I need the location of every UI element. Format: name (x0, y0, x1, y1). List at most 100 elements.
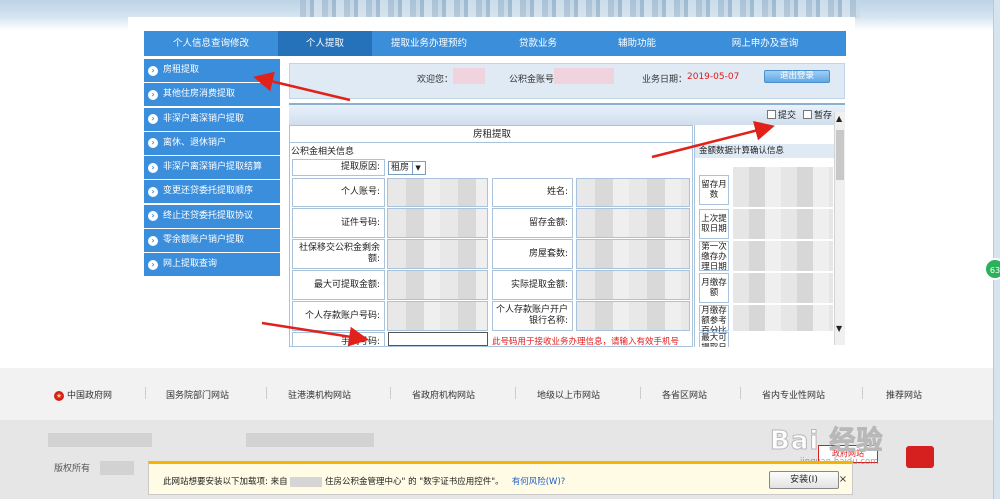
footer-spacer (0, 349, 1000, 365)
city-skyline-image (300, 0, 860, 18)
phone-input[interactable] (388, 332, 488, 346)
sidebar-item-label: 终止还贷委托提取协议 (163, 210, 254, 221)
id-number-value (387, 208, 488, 238)
nav-tab-personal-info[interactable]: 个人信息查询修改 (144, 31, 278, 56)
gov-seal-icon (906, 446, 934, 468)
sidebar-item-label: 非深户离深销户提取 (163, 113, 245, 124)
max-amount-label: 最大可提取金额: (292, 270, 385, 300)
actual-amount-label: 实际提取金额: (492, 270, 573, 300)
calc-confirm-panel: 金额数据计算确认信息 留存月数 上次提取日期 第一次缴存办理日期 月缴存额 月缴… (694, 125, 834, 347)
first-deposit-label: 第一次缴存办理日期 (699, 241, 729, 272)
chevron-right-icon: › (148, 235, 158, 246)
nav-tab-appointment[interactable]: 提取业务办理预约 (372, 31, 486, 56)
nav-tab-auxiliary[interactable]: 辅助功能 (590, 31, 684, 56)
chevron-right-icon: › (148, 65, 158, 76)
sidebar-item-label: 变更还贷委托提取顺序 (163, 186, 254, 197)
what-is-risk-link[interactable]: 有何风险(W)? (512, 477, 566, 487)
save-draft-button[interactable]: 暂存 (803, 108, 832, 121)
chevron-right-icon: › (148, 211, 158, 222)
masked-footer-info (100, 461, 134, 475)
retained-months-label: 留存月数 (699, 175, 729, 205)
sidebar-item-non-local-close[interactable]: › 非深户离深销户提取 (144, 107, 280, 131)
copyright-text: 版权所有 (54, 464, 91, 474)
footer-link-hk-macao[interactable]: 驻港澳机构网站 (288, 388, 351, 401)
welcome-label: 欢迎您： (417, 75, 454, 85)
sidebar-item-zero-balance-close[interactable]: › 零余额账户销户提取 (144, 229, 280, 253)
account-no-value (387, 178, 488, 207)
max-amount-value (387, 270, 488, 300)
footer-link-professional[interactable]: 省内专业性网站 (762, 388, 825, 401)
install-button[interactable]: 安装(I) (769, 471, 839, 489)
account-label: 公积金账号: (509, 75, 558, 85)
sidebar-item-label: 非深户离深销户提取结算 (163, 162, 263, 173)
id-number-label: 证件号码: (292, 208, 385, 238)
business-date-label: 业务日期： (642, 75, 688, 85)
footer-separator (862, 387, 863, 399)
sidebar: › 房租提取 › 其他住房消费提取 › 非深户离深销户提取 › 离休、退休销户 › 非深户… (144, 59, 280, 278)
phone-label: 手机号码: (292, 332, 385, 346)
chevron-down-icon: ▼ (412, 162, 423, 174)
sidebar-item-non-local-settle[interactable]: › 非深户离深销户提取结算 (144, 156, 280, 180)
masked-account-number (554, 68, 614, 84)
content-toolbar: 提交 暂存 (289, 103, 845, 125)
footer-separator (266, 387, 267, 399)
actual-amount-value (576, 270, 690, 300)
reason-select[interactable]: 租房 ▼ (388, 161, 426, 175)
name-value (576, 178, 690, 207)
house-count-label: 房屋套数: (492, 239, 573, 269)
chevron-right-icon: › (148, 114, 158, 125)
chevron-right-icon: › (148, 186, 158, 197)
last-withdrawal-value (733, 209, 833, 239)
footer-link-state-council[interactable]: 国务院部门网站 (166, 388, 229, 401)
chevron-right-icon: › (148, 162, 158, 173)
retained-amount-label: 留存金额: (492, 208, 573, 238)
logout-button[interactable]: 退出登录 (764, 70, 830, 83)
footer-separator (515, 387, 516, 399)
sidebar-item-change-order[interactable]: › 变更还贷委托提取顺序 (144, 180, 280, 204)
chevron-right-icon: › (148, 259, 158, 270)
footer-link-city[interactable]: 地级以上市网站 (537, 388, 600, 401)
sidebar-item-label: 零余额账户销户提取 (163, 235, 245, 246)
sidebar-item-label: 离休、退休销户 (163, 137, 227, 148)
submit-button[interactable]: 提交 (767, 108, 796, 121)
install-message: 此网站想要安装以下加载项: 来自 住房公积金管理中心" 的 "数字证书应用控件"… (163, 476, 566, 487)
sidebar-item-label: 网上提取查询 (163, 259, 218, 270)
nav-tab-loan[interactable]: 贷款业务 (486, 31, 590, 56)
close-icon[interactable]: × (837, 474, 849, 486)
scroll-up-icon[interactable]: ▲ (836, 114, 842, 123)
account-no-label: 个人账号: (292, 178, 385, 207)
masked-footer-info (48, 433, 152, 447)
sidebar-item-terminate-agreement[interactable]: › 终止还贷委托提取协议 (144, 204, 280, 228)
monthly-deposit-label: 月缴存额 (699, 273, 729, 303)
footer-link-gov[interactable]: ★ 中国政府网 (54, 388, 112, 401)
scrollbar-thumb[interactable] (836, 130, 844, 180)
footer-separator (145, 387, 146, 399)
masked-footer-info (246, 433, 374, 447)
footer-link-provinces[interactable]: 各省区网站 (662, 388, 707, 401)
vertical-scrollbar[interactable]: ▲ ▼ (834, 112, 845, 345)
footer-link-provincial[interactable]: 省政府机构网站 (412, 388, 475, 401)
footer-link-recommended[interactable]: 推荐网站 (886, 388, 922, 401)
masked-username (453, 68, 485, 84)
form-section-title: 公积金相关信息 (291, 147, 355, 157)
retained-amount-value (576, 208, 690, 238)
sidebar-item-rent-withdrawal[interactable]: › 房租提取 (144, 59, 280, 82)
nav-tab-online-apply[interactable]: 网上申办及查询 (684, 31, 846, 56)
sidebar-item-retirement-close[interactable]: › 离休、退休销户 (144, 131, 280, 155)
bank-name-value (576, 301, 690, 331)
social-transfer-value (387, 239, 488, 269)
house-count-value (576, 239, 690, 269)
window-edge (993, 0, 1000, 499)
deposit-account-value (387, 301, 488, 331)
name-label: 姓名: (492, 178, 573, 207)
sidebar-item-other-housing[interactable]: › 其他住房消费提取 (144, 83, 280, 107)
bank-name-label: 个人存款账户开户银行名称: (492, 301, 573, 331)
footer-separator (390, 387, 391, 399)
sidebar-item-online-query[interactable]: › 网上提取查询 (144, 253, 280, 277)
nav-tab-withdrawal[interactable]: 个人提取 (278, 31, 372, 56)
monthly-deposit-value (733, 273, 833, 303)
masked-org-name (290, 476, 323, 487)
floating-badge[interactable]: 63 (984, 258, 1000, 280)
main-nav: 个人信息查询修改 个人提取 提取业务办理预约 贷款业务 辅助功能 网上申办及查询 (144, 31, 846, 56)
scroll-down-icon[interactable]: ▼ (836, 324, 842, 333)
